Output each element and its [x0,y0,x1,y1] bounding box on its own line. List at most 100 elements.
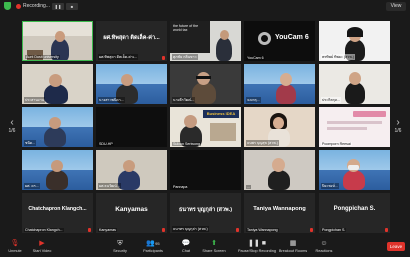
share-screen-button[interactable]: ⬆ Share Screen [199,240,229,253]
participant-name: ประกิตกุล... [321,97,342,103]
security-button[interactable]: ⛨ Security [105,240,135,253]
leave-button[interactable]: Leave [387,242,405,251]
page-indicator-right: 1/6 [394,128,402,134]
participant-tile[interactable]: ธนพร บุญสุข (สวพ.) [244,107,315,147]
participant-tile[interactable]: Pongpichan S. Pongpichan S. [319,193,390,233]
participant-name-large: ผศ.ทิพสุดา ติดเล็ค-ค่า... [103,35,160,41]
participant-tile[interactable]: Pannapa [170,150,241,190]
video-off-icon: ▶ [39,240,45,247]
participant-name: ผศ. ดร... [24,183,40,189]
participant-name: SDU-HP [98,142,114,146]
participant-tile[interactable]: ปิยะพงษ์... [319,150,390,190]
participant-name: ศุภชัย กลิ่นขาว [172,54,198,60]
muted-mic-icon [385,228,388,232]
participant-name: Taniya Wannapong [246,228,279,232]
participant-tile[interactable]: ผศ.ทิพสุดา ติดเล็ค-ค่า... ผศ.ทิพสุดา ดิต… [96,21,167,61]
participant-tile[interactable]: YouCam 6 YouCam 6 [244,21,315,61]
youcam-logo: YouCam 6 [275,34,309,41]
unmute-button[interactable]: 🎙 Unmute [0,240,30,253]
stop-recording-small-button[interactable]: ■ [65,2,78,10]
participant-tile[interactable]: ชนิด... [22,107,93,147]
participant-tile[interactable]: Chatchapron Klangch... Chatchapron Klang… [22,193,93,233]
participant-name: Sulcon Seriwong [172,142,201,146]
page-indicator-left: 1/6 [8,128,16,134]
business-idea-banner: Business IDEA [203,110,239,118]
participant-name: Pongpichan S. [321,228,347,232]
chevron-left-icon: ‹ [10,117,14,128]
muted-mic-icon [162,56,165,60]
video-grid: Aunt Dusit university ผศ.ทิพสุดา ติดเล็ค… [22,21,390,234]
recording-indicator: Recording... ❚❚ ■ [4,2,78,10]
participant-tile[interactable]: Poomporn Reesai [319,107,390,147]
participant-tile[interactable]: Business IDEA Sulcon Seriwong [170,107,241,147]
pause-recording-icon: ❚❚ ■ [248,240,266,247]
participant-tile[interactable]: Aunt Dusit university [22,21,93,61]
participant-tile[interactable]: ผศ.ธนวัฒน์... [96,150,167,190]
start-video-button[interactable]: ▶ Start Video [27,240,57,253]
participant-tile[interactable]: ... [244,150,315,190]
recording-label: Recording... [23,3,50,9]
participants-label: Participants [143,249,163,253]
participant-name: นายธีรวัฒน์... [172,97,196,103]
participant-name-large: Pongpichan S. [333,206,376,212]
participant-tile[interactable]: Taniya Wannapong Taniya Wannapong [244,193,315,233]
participant-tile[interactable]: พรทิพย์ ทิพยะ (สวพ.) [319,21,390,61]
muted-mic-icon [236,228,239,232]
participant-name: ประสานงาน [24,97,46,103]
participant-tile[interactable]: จงเกตุ... [244,64,315,104]
participant-name: ธนาทร บุญกุล่า (สวพ.) [172,226,209,232]
participant-name-large: Chatchapron Klangch... [28,206,87,212]
participant-name-large: ธนาทร บุญกุล่า (สวพ.) [178,207,233,213]
pause-recording-label: Pause/Stop Recording [238,249,276,253]
participant-name: YouCam 6 [246,56,265,60]
participants-button[interactable]: 👥95 Participants [138,240,168,253]
prev-page-button[interactable]: ‹ 1/6 [6,117,18,135]
participants-count: 95 [155,241,160,246]
participant-tile[interactable]: Kanyamas Kanyamas [96,193,167,233]
chat-icon: 💬 [181,240,191,247]
chat-label: Chat [181,249,191,253]
participant-name: Pannapa [172,185,189,189]
participant-name: นางสาวพนิดา... [98,97,125,103]
participant-tile[interactable]: นางสาวพนิดา... [96,64,167,104]
participant-name: Poomporn Reesai [321,142,352,146]
reactions-button[interactable]: ☺ Reactions [309,240,339,253]
start-video-label: Start Video [32,249,52,253]
participant-name: ชนิด... [24,140,37,146]
camera-lens-icon [258,32,271,45]
next-page-button[interactable]: › 1/6 [392,117,404,135]
shield-icon[interactable] [4,2,11,10]
participant-tile[interactable]: the future of the world tax ศุภชัย กลิ่น… [170,21,241,61]
background-slogan: the future of the world tax [173,24,199,33]
participant-name: ผศ.ทิพสุดา ดิตเล็ค-ค่าเ... [98,54,139,60]
muted-mic-icon [162,228,165,232]
breakout-rooms-label: Breakout Rooms [278,249,308,253]
participant-name: ปิยะพงษ์... [321,183,339,189]
participant-name: ธนพร บุญสุข (สวพ.) [246,140,279,146]
participant-tile[interactable]: นายธีรวัฒน์... [170,64,241,104]
muted-mic-icon [88,228,91,232]
participant-tile[interactable]: ผศ. ดร... [22,150,93,190]
top-bar: Recording... ❚❚ ■ View [0,0,410,13]
pause-stop-recording-button[interactable]: ❚❚ ■ Pause/Stop Recording [237,240,277,253]
view-button[interactable]: View [386,2,406,11]
muted-mic-icon [310,228,313,232]
participant-tile[interactable]: SDU-HP [96,107,167,147]
participant-name-large: Kanyamas [115,206,148,213]
participant-tile[interactable]: ประกิตกุล... [319,64,390,104]
mic-off-icon: 🎙 [10,240,20,247]
breakout-rooms-button[interactable]: ▦ Breakout Rooms [276,240,310,253]
chevron-right-icon: › [396,117,400,128]
pause-recording-small-button[interactable]: ❚❚ [51,2,64,10]
share-screen-label: Share Screen [202,249,226,253]
meeting-toolbar: 🎙 Unmute ▶ Start Video ⛨ Security 👥95 Pa… [0,237,410,257]
participant-name: Chatchapron Klangch... [24,228,64,232]
participant-tile[interactable]: ธนาทร บุญกุล่า (สวพ.) ธนาทร บุญกุล่า (สว… [170,193,241,233]
participant-tile[interactable]: ประสานงาน [22,64,93,104]
shield-icon: ⛨ [117,240,123,247]
record-dot-icon [16,3,21,9]
participant-name: Kanyamas [98,228,117,232]
breakout-rooms-icon: ▦ [289,240,297,247]
reactions-label: Reactions [315,249,333,253]
chat-button[interactable]: 💬 Chat [171,240,201,253]
